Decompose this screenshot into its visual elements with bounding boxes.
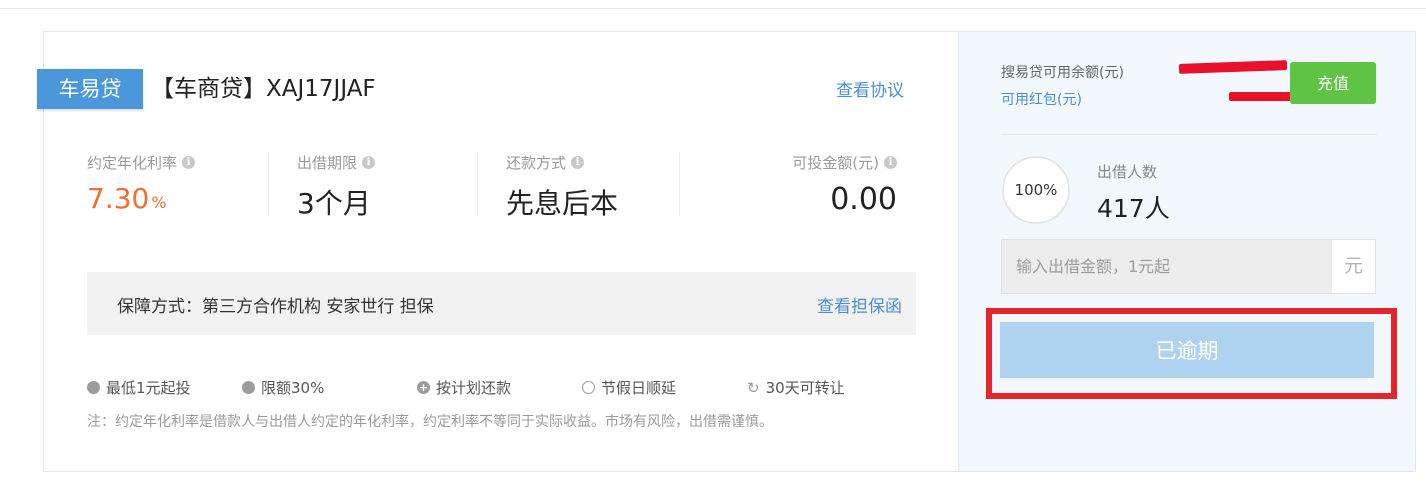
amount-input[interactable] bbox=[1002, 240, 1332, 293]
term-label: 出借期限 bbox=[297, 154, 358, 172]
stat-available-amount: 可投金额(元) i 0.00 bbox=[762, 152, 897, 217]
progress-ring: 100% bbox=[1001, 155, 1071, 225]
term-value: 3个月 bbox=[297, 187, 371, 220]
balance-label: 搜易贷可用余额(元) bbox=[1001, 65, 1124, 81]
product-info-panel: 车易贷 【车商贷】XAJ17JJAF 查看协议 约定年化利率 i 7.30% 出… bbox=[37, 32, 958, 471]
info-icon[interactable]: i bbox=[182, 156, 196, 169]
amount-input-group: 元 bbox=[1001, 239, 1376, 294]
feature-item: + 按计划还款 bbox=[417, 379, 512, 397]
clock-icon bbox=[582, 381, 595, 394]
feature-item: 最低1元起投 bbox=[87, 377, 191, 398]
invest-panel: 搜易贷可用余额(元) 可用红包(元) 充值 100% 出借人数 417人 元 bbox=[958, 32, 1415, 471]
stat-term: 出借期限 i 3个月 bbox=[297, 152, 376, 222]
stat-repay-method: 还款方式 i 先息后本 bbox=[506, 152, 618, 222]
info-icon[interactable]: i bbox=[571, 156, 585, 169]
stat-annual-rate: 约定年化利率 i 7.30% bbox=[87, 152, 196, 215]
plus-circle-icon: + bbox=[417, 381, 430, 394]
redacted-balance bbox=[1178, 60, 1288, 74]
feature-item: ↻ 30天可转让 bbox=[747, 378, 845, 398]
product-title: 【车商贷】XAJ17JJAF bbox=[151, 76, 376, 102]
available-amount-label: 可投金额(元) bbox=[792, 154, 879, 172]
annual-rate-unit: % bbox=[151, 193, 167, 212]
info-icon[interactable]: i bbox=[362, 156, 376, 169]
brand-tag: 车易贷 bbox=[37, 69, 143, 109]
feature-item: 节假日顺延 bbox=[582, 377, 676, 398]
stat-divider bbox=[477, 152, 478, 216]
stat-divider bbox=[268, 152, 269, 216]
info-icon[interactable]: i bbox=[884, 156, 897, 169]
view-guarantee-link[interactable]: 查看担保函 bbox=[817, 292, 902, 317]
risk-note: 注：约定年化利率是借款人与出借人约定的年化利率，约定利率不等同于实际收益。市场有… bbox=[87, 414, 773, 430]
view-agreement-link[interactable]: 查看协议 bbox=[836, 76, 904, 101]
panel-divider bbox=[1001, 134, 1377, 135]
redacted-redpack bbox=[1229, 92, 1291, 101]
loan-product-card: 车易贷 【车商贷】XAJ17JJAF 查看协议 约定年化利率 i 7.30% 出… bbox=[37, 31, 1416, 472]
repay-method-label: 还款方式 bbox=[506, 154, 567, 172]
annual-rate-value: 7.30 bbox=[87, 182, 150, 215]
repay-method-value: 先息后本 bbox=[506, 187, 619, 220]
top-divider bbox=[0, 8, 1426, 9]
info-circle-icon bbox=[87, 381, 100, 394]
unit-suffix: 元 bbox=[1332, 240, 1375, 293]
refresh-icon: ↻ bbox=[747, 378, 760, 397]
lenders-count: 417人 bbox=[1097, 194, 1170, 223]
lenders-label: 出借人数 bbox=[1097, 163, 1158, 181]
progress-percent: 100% bbox=[1014, 181, 1058, 199]
feature-item: 限额30% bbox=[242, 377, 324, 398]
pie-circle-icon bbox=[242, 381, 255, 394]
redpack-link[interactable]: 可用红包(元) bbox=[1001, 89, 1082, 109]
annual-rate-label: 约定年化利率 bbox=[87, 154, 178, 172]
recharge-button[interactable]: 充值 bbox=[1290, 62, 1376, 104]
available-amount-value: 0.00 bbox=[830, 182, 897, 217]
overdue-button[interactable]: 已逾期 bbox=[1000, 322, 1374, 378]
guarantee-text: 保障方式：第三方合作机构 安家世行 担保 bbox=[117, 297, 434, 317]
feature-list: 最低1元起投 限额30% + 按计划还款 节假日顺延 ↻ 30天可转让 bbox=[87, 377, 916, 399]
guarantee-bar: 保障方式：第三方合作机构 安家世行 担保 查看担保函 bbox=[87, 272, 916, 335]
stat-divider bbox=[679, 152, 680, 216]
